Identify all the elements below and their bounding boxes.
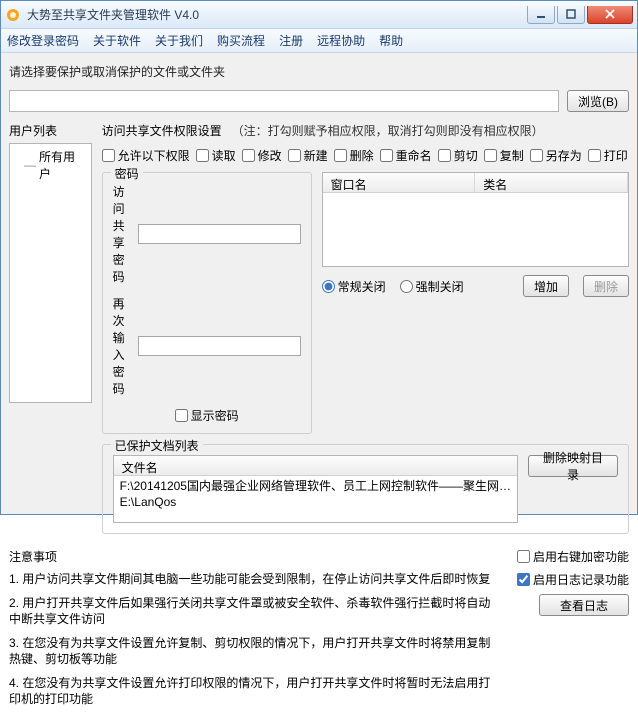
menu-about-software[interactable]: 关于软件	[93, 32, 141, 49]
chk-create[interactable]: 新建	[288, 147, 328, 164]
col-class-name: 类名	[475, 173, 628, 192]
radio-force-close[interactable]: 强制关闭	[400, 278, 464, 295]
password-group: 密码 访问共享密码 再次输入密码 显示密码	[102, 172, 312, 434]
menu-register[interactable]: 注册	[279, 32, 303, 49]
col-window-name: 窗口名	[323, 173, 476, 192]
app-window: 大势至共享文件夹管理软件 V4.0 修改登录密码 关于软件 关于我们 购买流程 …	[0, 0, 638, 515]
chk-delete[interactable]: 删除	[334, 147, 374, 164]
protected-file-table[interactable]: 文件名 F:\20141205国内最强企业网络管理软件、员工上网控制软件——聚生…	[113, 455, 518, 523]
chk-modify[interactable]: 修改	[242, 147, 282, 164]
chk-enable-log[interactable]: 启用日志记录功能	[517, 571, 629, 588]
access-password-label: 访问共享密码	[113, 183, 132, 285]
chk-cut[interactable]: 剪切	[438, 147, 478, 164]
tree-collapse-icon: —	[24, 158, 36, 172]
user-list[interactable]: — 所有用户	[9, 143, 92, 403]
window-table[interactable]: 窗口名 类名	[322, 172, 629, 267]
window-controls	[527, 6, 633, 24]
note-3: 3. 在您没有为共享文件设置允许复制、剪切权限的情况下，用户打开共享文件时将禁用…	[9, 635, 499, 667]
tree-item-all-users[interactable]: — 所有用户	[14, 148, 87, 182]
window-title: 大势至共享文件夹管理软件 V4.0	[27, 6, 527, 23]
window-table-header: 窗口名 类名	[323, 173, 628, 193]
minimize-button[interactable]	[527, 6, 555, 24]
note-2: 2. 用户打开共享文件后如果强行关闭共享文件罩或被安全软件、杀毒软件强行拦截时将…	[9, 595, 499, 627]
table-row[interactable]: F:\20141205国内最强企业网络管理软件、员工上网控制软件——聚生网…	[120, 478, 511, 494]
menu-remote-assist[interactable]: 远程协助	[317, 32, 365, 49]
protected-list-group: 已保护文档列表 文件名 F:\20141205国内最强企业网络管理软件、员工上网…	[102, 444, 629, 534]
app-icon	[5, 7, 21, 23]
delete-button[interactable]: 删除	[583, 275, 629, 297]
maximize-button[interactable]	[557, 6, 585, 24]
permission-title: 访问共享文件权限设置	[102, 122, 222, 139]
path-input[interactable]	[9, 90, 559, 112]
menu-about-us[interactable]: 关于我们	[155, 32, 203, 49]
permission-note: （注：打勾则赋予相应权限，取消打勾则即没有相应权限）	[232, 122, 544, 139]
browse-button[interactable]: 浏览(B)	[567, 90, 629, 112]
chk-print[interactable]: 打印	[588, 147, 628, 164]
confirm-password-label: 再次输入密码	[113, 295, 132, 397]
password-legend: 密码	[111, 165, 143, 182]
notes-section: 注意事项 1. 用户访问共享文件期间其电脑一些功能可能会受到限制，在停止访问共享…	[9, 548, 629, 715]
path-label: 请选择要保护或取消保护的文件或文件夹	[9, 63, 225, 80]
chk-rightclick-encrypt[interactable]: 启用右键加密功能	[517, 548, 629, 565]
protected-legend: 已保护文档列表	[111, 437, 203, 454]
chk-rename[interactable]: 重命名	[380, 147, 432, 164]
confirm-password-input[interactable]	[138, 336, 301, 356]
tree-item-label: 所有用户	[39, 148, 87, 182]
chk-saveas[interactable]: 另存为	[530, 147, 582, 164]
menu-help[interactable]: 帮助	[379, 32, 403, 49]
user-list-label: 用户列表	[9, 122, 92, 139]
view-log-button[interactable]: 查看日志	[539, 594, 629, 616]
content-area: 请选择要保护或取消保护的文件或文件夹 浏览(B) 用户列表 — 所有用户 访问共…	[1, 53, 637, 514]
chk-copy[interactable]: 复制	[484, 147, 524, 164]
permission-header: 访问共享文件权限设置 （注：打勾则赋予相应权限，取消打勾则即没有相应权限）	[102, 122, 629, 139]
titlebar: 大势至共享文件夹管理软件 V4.0	[1, 1, 637, 29]
note-4: 4. 在您没有为共享文件设置允许打印权限的情况下，用户打开共享文件时将暂时无法启…	[9, 675, 499, 707]
add-button[interactable]: 增加	[523, 275, 569, 297]
chk-show-password[interactable]: 显示密码	[175, 407, 239, 424]
access-password-input[interactable]	[138, 224, 301, 244]
chk-read[interactable]: 读取	[196, 147, 236, 164]
menu-purchase[interactable]: 购买流程	[217, 32, 265, 49]
menu-change-password[interactable]: 修改登录密码	[7, 32, 79, 49]
chk-allow-below[interactable]: 允许以下权限	[102, 147, 190, 164]
radio-normal-close[interactable]: 常规关闭	[322, 278, 386, 295]
delete-mapping-button[interactable]: 删除映射目录	[528, 455, 618, 477]
permission-checkboxes: 允许以下权限 读取 修改 新建 删除 重命名 剪切 复制 另存为 打印	[102, 147, 629, 164]
table-row[interactable]: E:\LanQos	[120, 494, 511, 510]
col-filename: 文件名	[114, 456, 517, 475]
notes-title: 注意事项	[9, 548, 499, 565]
menubar: 修改登录密码 关于软件 关于我们 购买流程 注册 远程协助 帮助	[1, 29, 637, 53]
close-button[interactable]	[587, 6, 633, 24]
note-1: 1. 用户访问共享文件期间其电脑一些功能可能会受到限制，在停止访问共享文件后即时…	[9, 571, 499, 587]
